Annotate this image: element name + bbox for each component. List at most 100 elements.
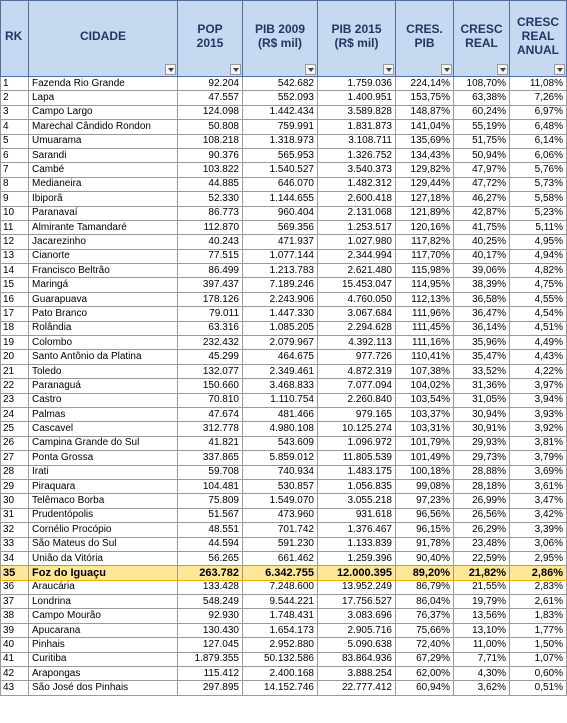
table-row[interactable]: 34 União da Vitória 56.265 661.462 1.259.396…	[0, 550, 567, 567]
cell-pib2015[interactable]: 2.600.418	[317, 191, 396, 207]
cell-cres-pib[interactable]: 62,00%	[395, 666, 454, 682]
cell-cidade[interactable]: Lapa	[28, 90, 178, 106]
cell-pib2015[interactable]: 10.125.274	[317, 421, 396, 437]
cell-pib2009[interactable]: 471.937	[242, 234, 318, 250]
cell-cresc-real[interactable]: 28,88%	[453, 464, 510, 480]
table-row[interactable]: 36 Araucária 133.428 7.248.600 13.952.249 86,…	[0, 579, 567, 596]
cell-rk[interactable]: 36	[0, 579, 29, 596]
cell-pib2009[interactable]: 1.318.973	[242, 133, 318, 149]
cell-cidade[interactable]: Sarandi	[28, 147, 178, 164]
cell-pib2009[interactable]: 6.342.755	[242, 565, 318, 581]
cell-rk[interactable]: 39	[0, 622, 29, 639]
cell-pib2009[interactable]: 2.952.880	[242, 637, 318, 653]
cell-cresc-real-anual[interactable]: 3,06%	[509, 536, 567, 552]
cell-cidade[interactable]: Umuarama	[28, 133, 178, 149]
cell-cresc-real-anual[interactable]: 4,51%	[509, 320, 567, 337]
cell-rk[interactable]: 19	[0, 335, 29, 351]
cell-cresc-real[interactable]: 36,58%	[453, 291, 510, 308]
cell-cidade[interactable]: Pato Branco	[28, 306, 178, 322]
cell-pib2015[interactable]: 12.000.395	[317, 565, 396, 581]
table-row[interactable]: 25 Cascavel 312.778 4.980.108 10.125.274 103,…	[0, 421, 567, 437]
cell-cidade[interactable]: Palmas	[28, 406, 178, 423]
cell-pop[interactable]: 45.299	[177, 349, 243, 365]
cell-pib2009[interactable]: 5.859.012	[242, 450, 318, 466]
cell-cresc-real[interactable]: 4,30%	[453, 666, 510, 682]
cell-cresc-real-anual[interactable]: 1,83%	[509, 608, 567, 624]
cell-cidade[interactable]: Santo Antônio da Platina	[28, 349, 178, 365]
cell-cidade[interactable]: Castro	[28, 392, 178, 408]
cell-pib2015[interactable]: 2.905.716	[317, 622, 396, 639]
cell-cresc-real[interactable]: 33,52%	[453, 363, 510, 380]
cell-pop[interactable]: 178.126	[177, 291, 243, 308]
cell-cresc-real[interactable]: 60,24%	[453, 104, 510, 121]
cell-pop[interactable]: 312.778	[177, 421, 243, 437]
cell-cresc-real-anual[interactable]: 5,23%	[509, 205, 567, 221]
cell-pib2009[interactable]: 569.356	[242, 219, 318, 236]
table-row[interactable]: 39 Apucarana 130.430 1.654.173 2.905.716 75,6…	[0, 622, 567, 639]
cell-cidade[interactable]: Telêmaco Borba	[28, 493, 178, 509]
cell-cres-pib[interactable]: 72,40%	[395, 637, 454, 653]
cell-pop[interactable]: 70.810	[177, 392, 243, 408]
filter-dropdown-cresc-real-anual-icon[interactable]	[554, 64, 565, 75]
table-row[interactable]: 30 Telêmaco Borba 75.809 1.549.070 3.055.218…	[0, 493, 567, 509]
cell-cresc-real-anual[interactable]: 3,61%	[509, 478, 567, 495]
cell-cresc-real-anual[interactable]: 1,77%	[509, 622, 567, 639]
cell-cres-pib[interactable]: 76,37%	[395, 608, 454, 624]
cell-pib2009[interactable]: 7.248.600	[242, 579, 318, 596]
cell-pop[interactable]: 86.773	[177, 205, 243, 221]
cell-cidade[interactable]: Cascavel	[28, 421, 178, 437]
cell-rk[interactable]: 12	[0, 234, 29, 250]
cell-rk[interactable]: 5	[0, 133, 29, 149]
table-row[interactable]: 21 Toledo 132.077 2.349.461 4.872.319 107,38%…	[0, 363, 567, 380]
cell-pib2015[interactable]: 3.055.218	[317, 493, 396, 509]
cell-cresc-real[interactable]: 11,00%	[453, 637, 510, 653]
cell-cres-pib[interactable]: 75,66%	[395, 622, 454, 639]
cell-cidade[interactable]: Curitiba	[28, 651, 178, 668]
table-row[interactable]: 28 Irati 59.708 740.934 1.483.175 100,18% 28,8…	[0, 464, 567, 480]
cell-pop[interactable]: 132.077	[177, 363, 243, 380]
cell-pib2009[interactable]: 1.213.783	[242, 263, 318, 279]
cell-cresc-real-anual[interactable]: 4,94%	[509, 248, 567, 265]
cell-pib2015[interactable]: 2.294.628	[317, 320, 396, 337]
cell-rk[interactable]: 1	[0, 75, 29, 92]
cell-rk[interactable]: 3	[0, 104, 29, 121]
cell-cidade[interactable]: Campo Largo	[28, 104, 178, 121]
cell-pop[interactable]: 127.045	[177, 637, 243, 653]
cell-pib2009[interactable]: 2.349.461	[242, 363, 318, 380]
cell-rk[interactable]: 13	[0, 248, 29, 265]
cell-cresc-real-anual[interactable]: 3,69%	[509, 464, 567, 480]
table-row[interactable]: 20 Santo Antônio da Platina 45.299 464.675 9…	[0, 349, 567, 365]
table-row[interactable]: 43 São José dos Pinhais 297.895 14.152.746 2…	[0, 680, 567, 696]
cell-cresc-real-anual[interactable]: 6,48%	[509, 119, 567, 135]
cell-cresc-real[interactable]: 29,73%	[453, 450, 510, 466]
cell-pib2015[interactable]: 2.131.068	[317, 205, 396, 221]
cell-cresc-real[interactable]: 31,36%	[453, 378, 510, 394]
cell-rk[interactable]: 20	[0, 349, 29, 365]
cell-cidade[interactable]: Rolândia	[28, 320, 178, 337]
cell-rk[interactable]: 32	[0, 522, 29, 538]
cell-pib2009[interactable]: 1.077.144	[242, 248, 318, 265]
cell-rk[interactable]: 40	[0, 637, 29, 653]
cell-cresc-real[interactable]: 21,82%	[453, 565, 510, 581]
cell-pib2009[interactable]: 1.110.754	[242, 392, 318, 408]
cell-cresc-real-anual[interactable]: 3,97%	[509, 378, 567, 394]
cell-cresc-real[interactable]: 26,99%	[453, 493, 510, 509]
cell-cresc-real-anual[interactable]: 3,92%	[509, 421, 567, 437]
cell-cidade[interactable]: Cambé	[28, 162, 178, 178]
cell-rk[interactable]: 10	[0, 205, 29, 221]
cell-rk[interactable]: 9	[0, 191, 29, 207]
cell-cidade[interactable]: Marechal Cândido Rondon	[28, 119, 178, 135]
table-row[interactable]: 22 Paranaguá 150.660 3.468.833 7.077.094 104,…	[0, 378, 567, 394]
cell-pib2015[interactable]: 4.392.113	[317, 335, 396, 351]
cell-cresc-real-anual[interactable]: 3,94%	[509, 392, 567, 408]
table-row[interactable]: 35 Foz do Iguaçu 263.782 6.342.755 12.000.39…	[0, 565, 567, 581]
cell-cresc-real-anual[interactable]: 6,97%	[509, 104, 567, 121]
cell-pib2009[interactable]: 3.468.833	[242, 378, 318, 394]
cell-cres-pib[interactable]: 153,75%	[395, 90, 454, 106]
cell-pib2015[interactable]: 5.090.638	[317, 637, 396, 653]
cell-pib2015[interactable]: 977.726	[317, 349, 396, 365]
cell-cresc-real[interactable]: 7,71%	[453, 651, 510, 668]
cell-cresc-real-anual[interactable]: 4,82%	[509, 263, 567, 279]
cell-rk[interactable]: 43	[0, 680, 29, 696]
cell-cresc-real-anual[interactable]: 3,93%	[509, 406, 567, 423]
